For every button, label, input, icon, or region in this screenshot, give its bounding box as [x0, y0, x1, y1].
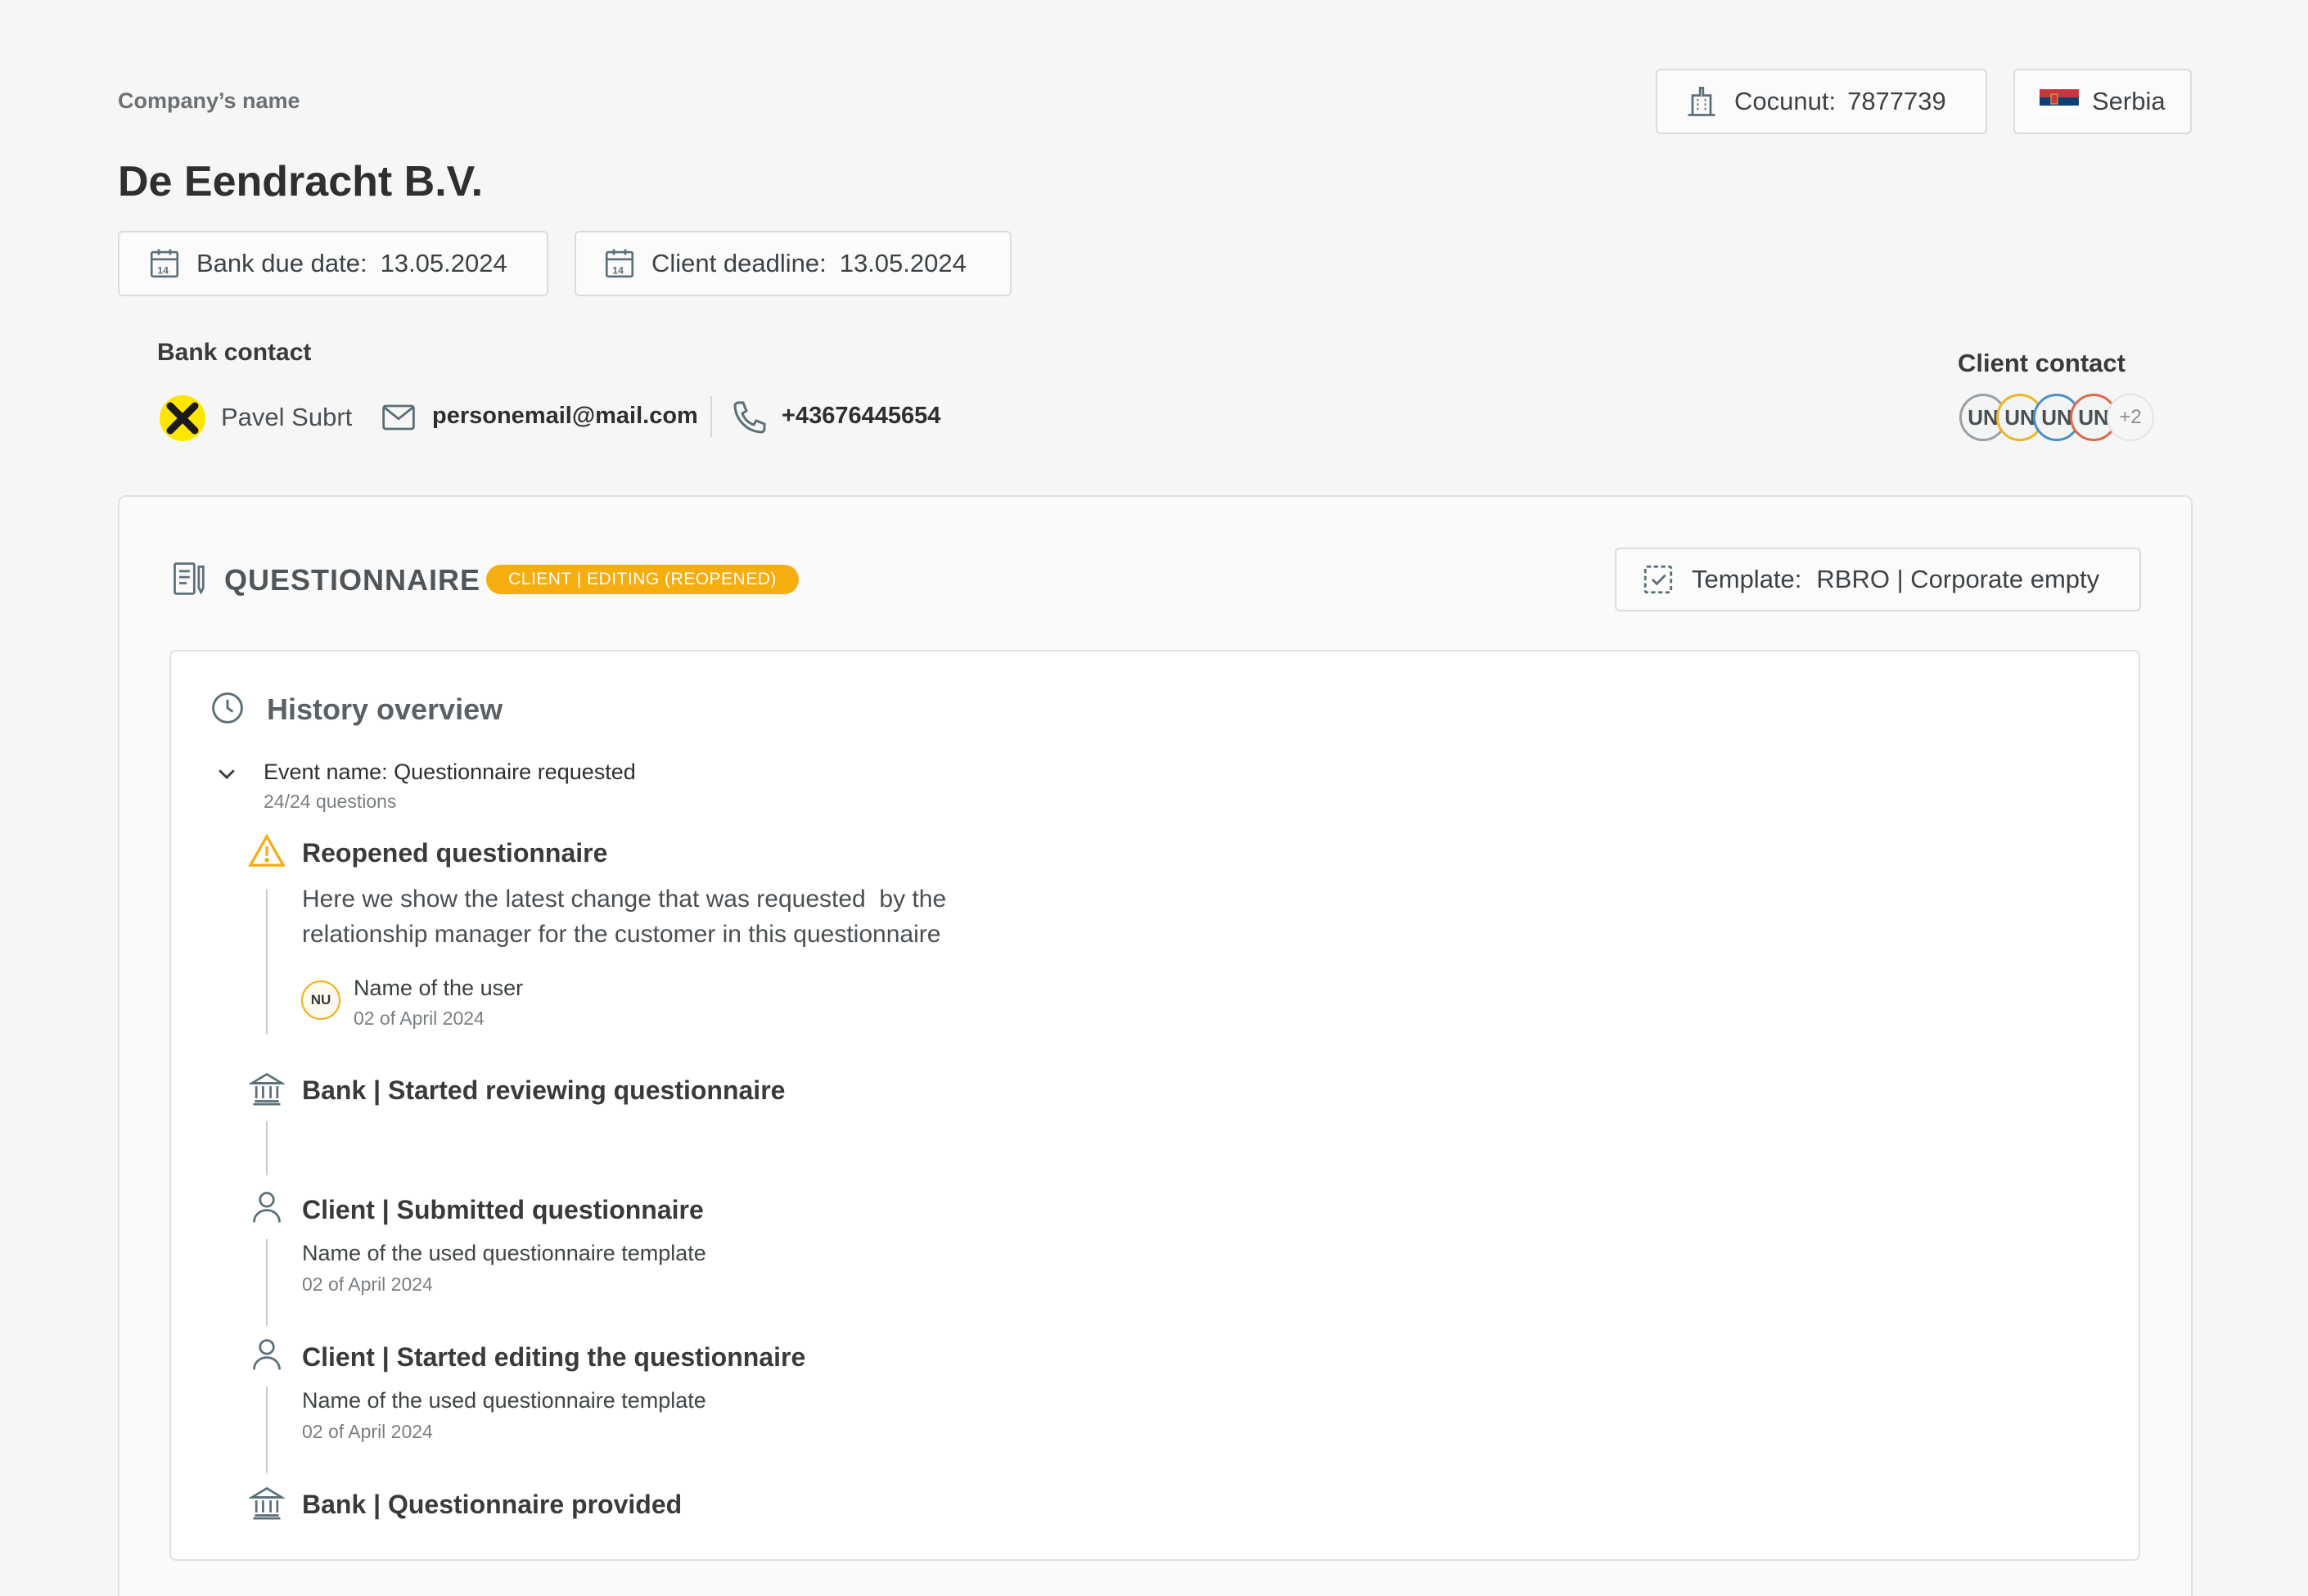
svg-text:14: 14 [157, 264, 169, 276]
bank-due-date-chip[interactable]: 14 Bank due date: 13.05.2024 [118, 231, 548, 296]
template-value: RBRO | Corporate empty [1816, 565, 2100, 593]
template-label: Template: [1692, 565, 1802, 593]
event-question-count: 24/24 questions [264, 791, 397, 812]
cocunut-chip[interactable]: Cocunut: 7877739 [1656, 69, 1987, 134]
timeline-item-title: Bank | Started reviewing questionnaire [302, 1075, 786, 1105]
questionnaire-icon [170, 560, 206, 602]
bank-due-value: 13.05.2024 [380, 249, 507, 277]
clock-icon [210, 690, 246, 730]
user-name: Name of the user [354, 976, 524, 1000]
warning-icon [248, 833, 286, 872]
bank-icon [247, 1070, 286, 1110]
cocunut-label: Cocunut: [1734, 87, 1837, 115]
questionnaire-status-badge: CLIENT | EDITING (REOPENED) [486, 565, 799, 594]
bank-contact-title: Bank contact [157, 339, 312, 366]
timeline-item-date: 02 of April 2024 [302, 1421, 433, 1442]
company-name: De Eendracht B.V. [118, 158, 484, 205]
serbia-flag-icon [2040, 89, 2079, 114]
timeline-item-title: Client | Submitted questionnaire [302, 1195, 704, 1224]
client-deadline-label: Client deadline: [651, 249, 827, 277]
client-deadline-value: 13.05.2024 [839, 249, 967, 277]
bank-icon [247, 1484, 286, 1524]
country-chip[interactable]: Serbia [2013, 69, 2192, 134]
timeline-item-date: 02 of April 2024 [354, 1008, 485, 1029]
timeline-item-subtitle: Name of the used questionnaire template [302, 1241, 706, 1265]
timeline-item-title: Reopened questionnaire [302, 838, 608, 868]
timeline-item-description: relationship manager for the customer in… [302, 921, 941, 948]
svg-text:14: 14 [612, 264, 624, 276]
questionnaire-title: QUESTIONNAIRE [224, 563, 481, 597]
bank-contact-email[interactable]: personemail@mail.com [432, 403, 698, 430]
building-icon [1684, 83, 1720, 119]
timeline-item-date: 02 of April 2024 [302, 1274, 433, 1295]
contact-divider [710, 396, 712, 437]
bank-contact-phone[interactable]: +43676445654 [782, 403, 940, 430]
timeline-item-description: Here we show the latest change that was … [302, 886, 947, 913]
calendar-icon: 14 [602, 246, 637, 281]
timeline-item-subtitle: Name of the used questionnaire template [302, 1388, 706, 1413]
bank-due-label: Bank due date: [196, 249, 367, 277]
calendar-icon: 14 [147, 246, 182, 281]
country-name: Serbia [2092, 87, 2166, 115]
timeline-connector [266, 1239, 268, 1326]
template-check-icon [1641, 562, 1675, 597]
user-icon [249, 1188, 285, 1230]
bank-logo-icon [159, 394, 206, 446]
timeline-connector [266, 1121, 268, 1175]
phone-icon [730, 398, 769, 441]
event-name[interactable]: Event name: Questionnaire requested [264, 760, 636, 785]
template-chip[interactable]: Template: RBRO | Corporate empty [1615, 548, 2141, 611]
client-contact-title: Client contact [1958, 349, 2125, 377]
timeline-connector [266, 1386, 268, 1473]
timeline-item-title: Bank | Questionnaire provided [302, 1490, 683, 1519]
timeline-item-title: Client | Started editing the questionnai… [302, 1342, 806, 1372]
cocunut-value: 7877739 [1847, 87, 1946, 115]
mail-icon [381, 403, 416, 436]
chevron-down-icon[interactable] [214, 761, 239, 790]
client-deadline-chip[interactable]: 14 Client deadline: 13.05.2024 [575, 231, 1012, 296]
user-icon [249, 1336, 285, 1377]
client-avatar-more[interactable]: +2 [2107, 394, 2154, 441]
bank-contact-name: Pavel Subrt [221, 403, 353, 431]
history-title: History overview [267, 692, 503, 726]
company-label: Company’s name [118, 88, 300, 113]
timeline-connector [266, 889, 268, 1035]
user-avatar: NU [301, 981, 340, 1020]
